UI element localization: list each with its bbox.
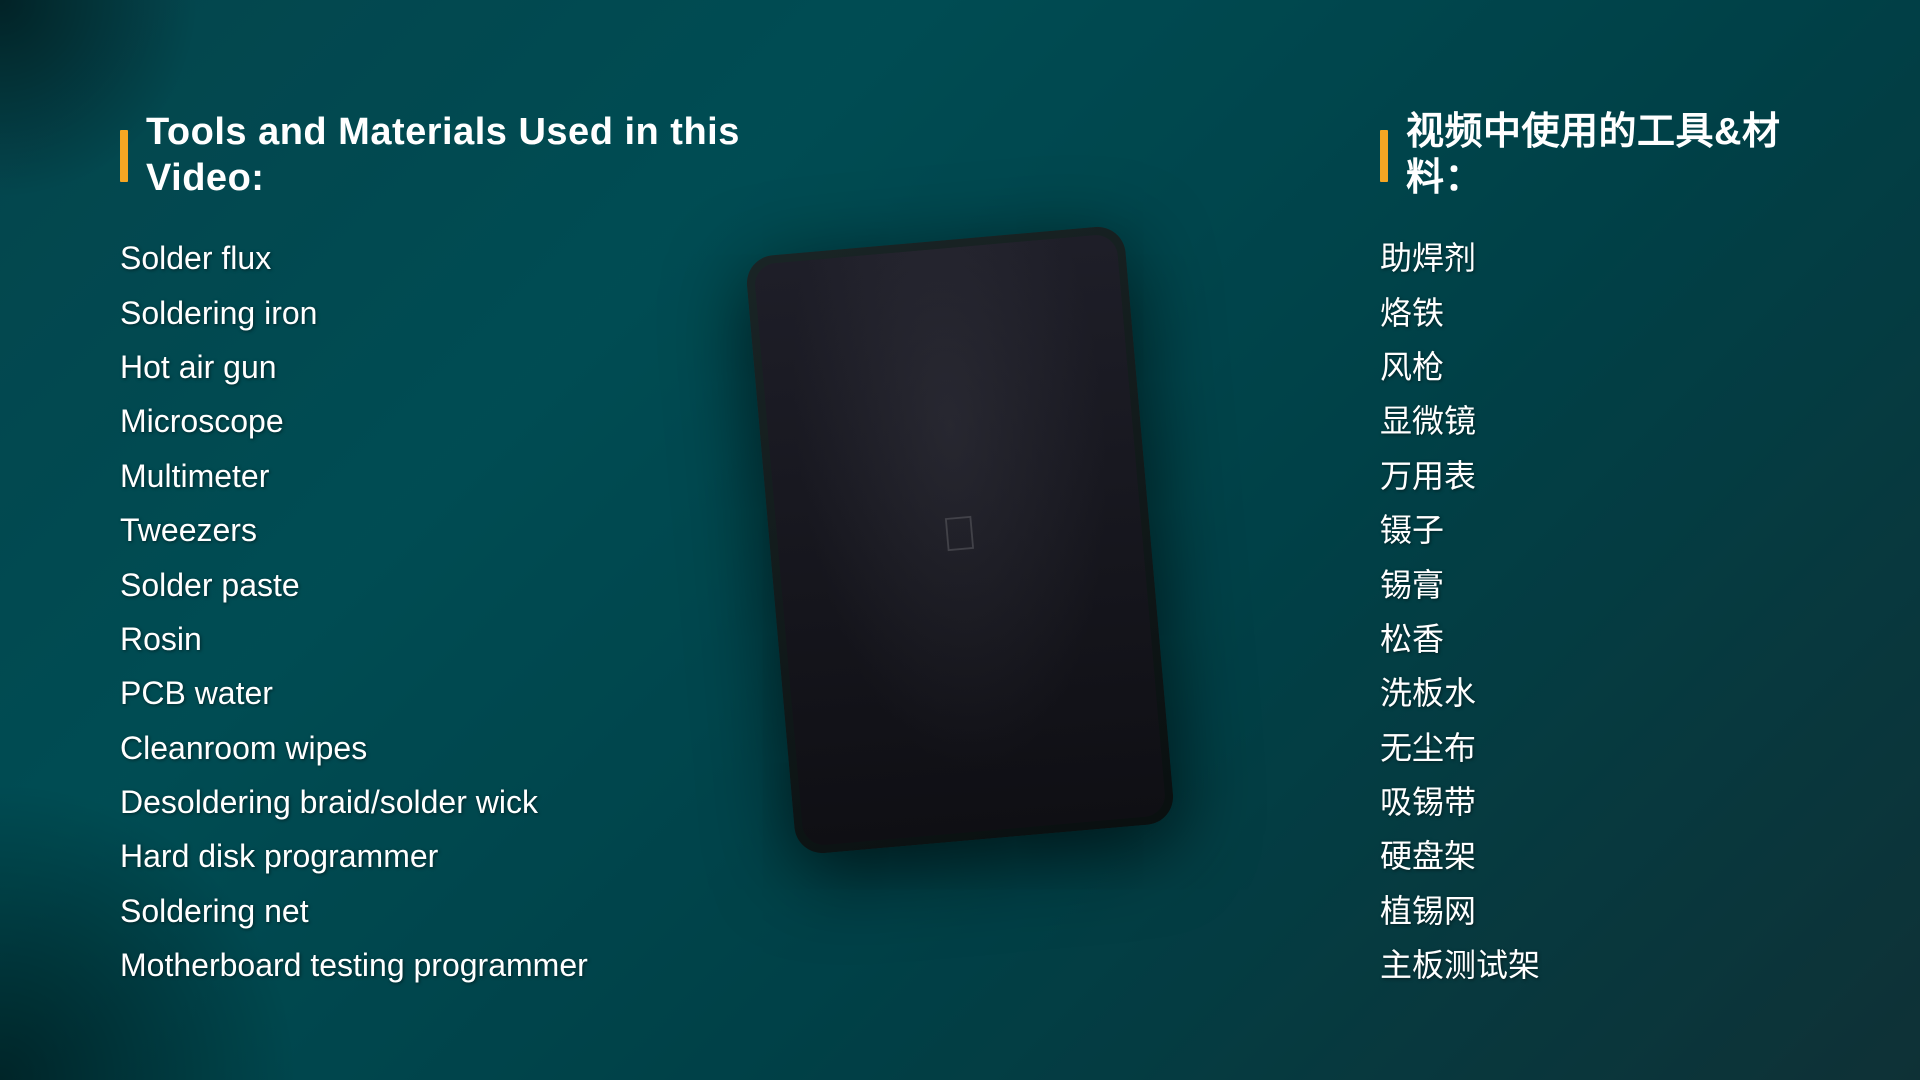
right-list-item: 锡膏 bbox=[1380, 560, 1800, 610]
left-list-item: Hot air gun bbox=[120, 342, 800, 392]
right-list-item: 无尘布 bbox=[1380, 723, 1800, 773]
left-list-item: Soldering net bbox=[120, 886, 800, 936]
left-list-item: Motherboard testing programmer bbox=[120, 940, 800, 990]
right-list-item: 主板测试架 bbox=[1380, 940, 1800, 990]
left-list-item: Desoldering braid/solder wick bbox=[120, 777, 800, 827]
right-list-item: 吸锡带 bbox=[1380, 777, 1800, 827]
left-column: Tools and Materials Used in this Video: … bbox=[120, 110, 800, 991]
right-title-accent-bar bbox=[1380, 130, 1388, 182]
right-list-item: 松香 bbox=[1380, 614, 1800, 664]
left-items-list: Solder fluxSoldering ironHot air gunMicr… bbox=[120, 233, 800, 990]
right-list-item: 显微镜 bbox=[1380, 396, 1800, 446]
left-list-item: Multimeter bbox=[120, 451, 800, 501]
right-title-text: 视频中使用的工具&材料： bbox=[1406, 110, 1800, 201]
right-list-item: 风枪 bbox=[1380, 342, 1800, 392]
right-list-item: 镊子 bbox=[1380, 505, 1800, 555]
left-title-accent-bar bbox=[120, 130, 128, 182]
right-list-item: 烙铁 bbox=[1380, 288, 1800, 338]
right-section-title: 视频中使用的工具&材料： bbox=[1380, 110, 1800, 201]
right-list-item: 助焊剂 bbox=[1380, 233, 1800, 283]
right-list-item: 硬盘架 bbox=[1380, 831, 1800, 881]
left-list-item: Microscope bbox=[120, 396, 800, 446]
right-list-item: 植锡网 bbox=[1380, 886, 1800, 936]
left-list-item: Rosin bbox=[120, 614, 800, 664]
left-list-item: PCB water bbox=[120, 668, 800, 718]
left-list-item: Hard disk programmer bbox=[120, 831, 800, 881]
left-list-item: Solder paste bbox=[120, 560, 800, 610]
right-column: 视频中使用的工具&材料： 助焊剂烙铁风枪显微镜万用表镊子锡膏松香洗板水无尘布吸锡… bbox=[1380, 110, 1800, 991]
left-list-item: Soldering iron bbox=[120, 288, 800, 338]
right-list-item: 万用表 bbox=[1380, 451, 1800, 501]
left-title-text: Tools and Materials Used in this Video: bbox=[146, 110, 800, 201]
main-content: Tools and Materials Used in this Video: … bbox=[0, 0, 1920, 1080]
left-list-item: Solder flux bbox=[120, 233, 800, 283]
right-list-item: 洗板水 bbox=[1380, 668, 1800, 718]
left-list-item: Tweezers bbox=[120, 505, 800, 555]
right-items-list: 助焊剂烙铁风枪显微镜万用表镊子锡膏松香洗板水无尘布吸锡带硬盘架植锡网主板测试架 bbox=[1380, 233, 1800, 990]
left-list-item: Cleanroom wipes bbox=[120, 723, 800, 773]
left-section-title: Tools and Materials Used in this Video: bbox=[120, 110, 800, 201]
